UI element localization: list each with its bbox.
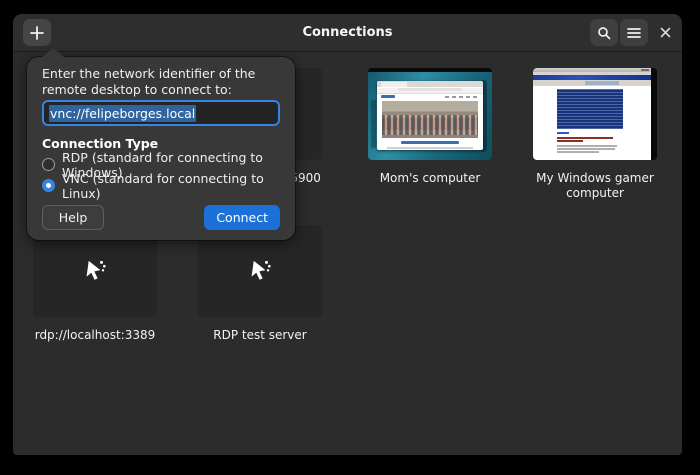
connection-tile-rdp-test-server: RDP test server [198, 225, 322, 343]
decor [651, 68, 657, 160]
close-window-button[interactable] [651, 19, 679, 46]
thumb-gnome-wallpaper [368, 72, 492, 160]
thumb-ie-page [533, 86, 651, 160]
search-icon [598, 26, 611, 39]
main-menu-button[interactable] [620, 19, 648, 46]
thumb-group-photo [382, 101, 478, 138]
decor [557, 148, 615, 150]
pointer-cursor-icon [86, 260, 106, 280]
decor [401, 141, 459, 144]
pointer-cursor-icon [251, 260, 271, 280]
decor [585, 81, 619, 85]
decor [398, 88, 462, 91]
window-title: Connections [302, 25, 393, 40]
connection-thumbnail[interactable] [368, 68, 492, 160]
thumb-selected-text-block [557, 89, 623, 129]
connections-window: Connections Mom's computer My Windows ga… [13, 14, 682, 455]
connection-label: rdp://localhost:3389 [34, 328, 156, 342]
connection-label: My Windows gamer computer [536, 171, 654, 200]
connect-button[interactable]: Connect [204, 205, 280, 230]
radio-checked-icon[interactable] [42, 179, 55, 192]
radio-unchecked-icon[interactable] [42, 158, 55, 171]
decor [381, 95, 395, 98]
network-identifier-input[interactable]: vnc://felipeborges.local [42, 100, 280, 126]
connection-label: Mom's computer [379, 171, 481, 185]
decor [557, 151, 599, 153]
decor [557, 140, 583, 142]
connection-tile-moms-computer: Mom's computer [368, 68, 492, 186]
decor [557, 132, 569, 134]
close-icon [660, 27, 670, 38]
decor [557, 145, 617, 147]
connection-tile-rdp-localhost: rdp://localhost:3389 [33, 225, 157, 343]
connection-label: RDP test server [213, 328, 307, 342]
connect-prompt: Enter the network identifier of the remo… [42, 66, 256, 97]
new-connection-popover: Enter the network identifier of the remo… [27, 48, 295, 240]
popover-arrow [42, 48, 64, 57]
help-button[interactable]: Help [42, 205, 104, 230]
connection-thumbnail[interactable] [533, 68, 657, 160]
decor [641, 69, 649, 71]
decor [387, 147, 473, 149]
input-selected-text: vnc://felipeborges.local [49, 104, 197, 122]
connection-tile-windows-gamer: My Windows gamer computer [533, 68, 657, 201]
search-button[interactable] [590, 19, 618, 46]
radio-vnc-label: VNC (standard for connecting to Linux) [62, 170, 264, 201]
titlebar: Connections [13, 14, 682, 52]
radio-vnc[interactable]: VNC (standard for connecting to Linux) [42, 171, 280, 201]
decor [557, 137, 613, 139]
thumb-browser-window [377, 81, 483, 150]
decor [371, 100, 376, 148]
hamburger-menu-icon [627, 27, 641, 38]
decor [381, 82, 407, 87]
popover-buttons: Help Connect [42, 205, 280, 230]
decor [445, 96, 479, 98]
decor [377, 94, 483, 100]
decor [377, 81, 483, 87]
